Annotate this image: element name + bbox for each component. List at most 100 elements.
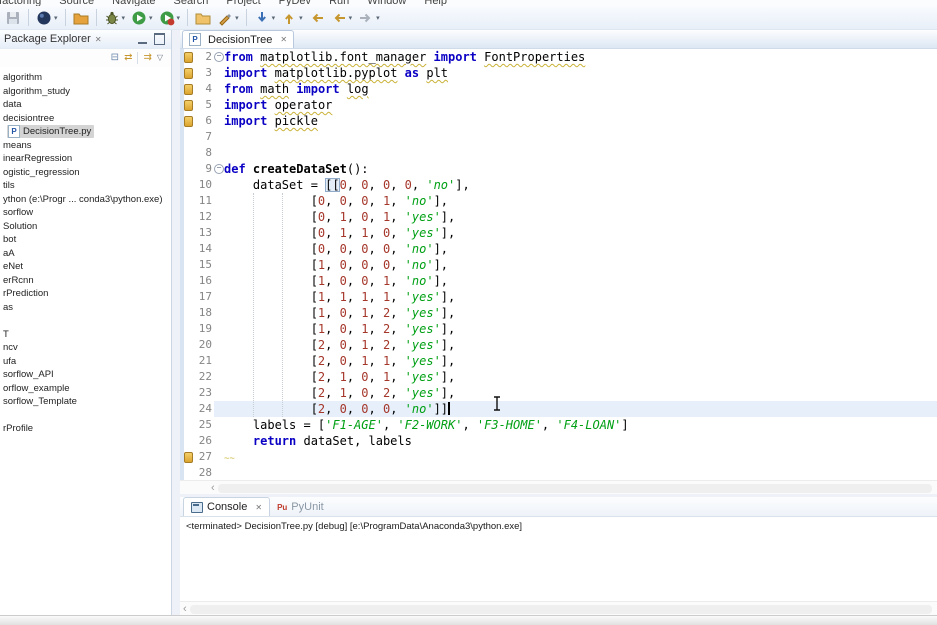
code-line[interactable]: 21 [2, 0, 1, 1, 'yes'], xyxy=(180,353,937,369)
code-line[interactable]: 24 [2, 0, 0, 0, 'no']] xyxy=(180,401,937,417)
code-line[interactable]: 11 [0, 0, 0, 1, 'no'], xyxy=(180,193,937,209)
collapse-icon[interactable]: − xyxy=(214,164,224,174)
maximize-icon[interactable] xyxy=(154,33,165,45)
close-icon[interactable]: ✕ xyxy=(95,35,102,44)
fold-column[interactable] xyxy=(214,225,224,241)
code-line[interactable]: 15 [1, 0, 0, 0, 'no'], xyxy=(180,257,937,273)
dropdown-arrow-icon[interactable]: ▾ xyxy=(122,14,126,22)
tree-item[interactable]: rPrediction xyxy=(0,287,171,301)
code-line[interactable]: 14 [0, 0, 0, 0, 'no'], xyxy=(180,241,937,257)
vertical-sash[interactable] xyxy=(172,30,180,615)
focus-on-active-task-icon[interactable]: ⇉ xyxy=(143,53,151,63)
fold-column[interactable] xyxy=(214,449,224,465)
package-explorer-tab[interactable]: Package Explorer ✕ xyxy=(0,30,171,49)
previous-annotation-icon[interactable]: ▾ xyxy=(279,8,305,28)
tree-item[interactable]: PDecisionTree.py xyxy=(0,125,171,139)
tab-console[interactable]: Console✕ xyxy=(183,497,270,516)
tree-item[interactable]: ogistic_regression xyxy=(0,166,171,180)
fold-column[interactable] xyxy=(214,113,224,129)
code-line[interactable]: 7 xyxy=(180,129,937,145)
code-line[interactable]: 3import matplotlib.pyplot as plt xyxy=(180,65,937,81)
forward-icon[interactable]: ▾ xyxy=(356,8,382,28)
fold-column[interactable] xyxy=(214,353,224,369)
code-editor[interactable]: 2−from matplotlib.font_manager import Fo… xyxy=(180,49,937,481)
fold-column[interactable] xyxy=(214,81,224,97)
tree-item[interactable]: ython (e:\Progr ... conda3\python.exe) xyxy=(0,193,171,207)
scrollbar-track[interactable] xyxy=(218,484,932,493)
tree-item[interactable]: sorflow xyxy=(0,206,171,220)
tree-item[interactable]: decisiontree xyxy=(0,112,171,126)
code-line[interactable]: 9−def createDataSet(): xyxy=(180,161,937,177)
scroll-left-icon[interactable]: ‹ xyxy=(180,602,190,616)
tree-item[interactable]: eNet xyxy=(0,260,171,274)
code-line[interactable]: 17 [1, 1, 1, 1, 'yes'], xyxy=(180,289,937,305)
code-line[interactable]: 2−from matplotlib.font_manager import Fo… xyxy=(180,49,937,65)
tree-item[interactable]: tils xyxy=(0,179,171,193)
fold-column[interactable] xyxy=(214,145,224,161)
next-annotation-icon[interactable]: ▾ xyxy=(252,8,278,28)
view-menu-icon[interactable]: ▽ xyxy=(157,53,163,63)
editor-horizontal-scrollbar[interactable]: ‹ xyxy=(180,480,937,495)
tree-item[interactable]: as xyxy=(0,301,171,315)
code-line[interactable]: 18 [1, 0, 1, 2, 'yes'], xyxy=(180,305,937,321)
dropdown-arrow-icon[interactable]: ▾ xyxy=(376,14,380,22)
tree-item[interactable]: inearRegression xyxy=(0,152,171,166)
code-line[interactable]: 13 [0, 1, 1, 0, 'yes'], xyxy=(180,225,937,241)
fold-column[interactable] xyxy=(214,385,224,401)
fold-column[interactable] xyxy=(214,305,224,321)
fold-column[interactable] xyxy=(214,433,224,449)
tree-item[interactable]: algorithm xyxy=(0,71,171,85)
collapse-icon[interactable]: − xyxy=(214,52,224,62)
close-icon[interactable]: ✕ xyxy=(280,35,287,44)
code-line[interactable]: 22 [2, 1, 0, 1, 'yes'], xyxy=(180,369,937,385)
profile-icon[interactable]: ▾ xyxy=(34,8,60,28)
fold-column[interactable] xyxy=(214,241,224,257)
code-line[interactable]: 12 [0, 1, 0, 1, 'yes'], xyxy=(180,209,937,225)
scrollbar-track[interactable] xyxy=(190,605,932,614)
dropdown-arrow-icon[interactable]: ▾ xyxy=(299,14,303,22)
tab-decisiontree[interactable]: P DecisionTree ✕ xyxy=(182,30,294,48)
tree-item[interactable]: rProfile xyxy=(0,422,171,436)
tree-item[interactable]: aA xyxy=(0,247,171,261)
tree-item[interactable] xyxy=(0,314,171,328)
fold-column[interactable] xyxy=(214,465,224,481)
fold-column[interactable] xyxy=(214,401,224,417)
scroll-left-icon[interactable]: ‹ xyxy=(208,481,218,495)
link-with-editor-icon[interactable]: ⇄ xyxy=(124,53,132,63)
code-line[interactable]: 19 [1, 0, 1, 2, 'yes'], xyxy=(180,321,937,337)
dropdown-arrow-icon[interactable]: ▾ xyxy=(272,14,276,22)
fold-column[interactable]: − xyxy=(214,49,224,65)
fold-column[interactable]: − xyxy=(214,161,224,177)
code-line[interactable]: 16 [1, 0, 0, 1, 'no'], xyxy=(180,273,937,289)
tree-item[interactable] xyxy=(0,409,171,423)
minimize-icon[interactable] xyxy=(138,34,147,44)
open-resource-icon[interactable] xyxy=(193,8,213,28)
fold-column[interactable] xyxy=(214,97,224,113)
tree-item[interactable]: means xyxy=(0,139,171,153)
tree-item[interactable]: sorflow_API xyxy=(0,368,171,382)
last-edit-location-icon[interactable] xyxy=(307,8,327,28)
search-icon[interactable]: ▾ xyxy=(215,8,241,28)
tree-item[interactable]: data xyxy=(0,98,171,112)
fold-column[interactable] xyxy=(214,289,224,305)
code-line[interactable]: 20 [2, 0, 1, 2, 'yes'], xyxy=(180,337,937,353)
fold-column[interactable] xyxy=(214,417,224,433)
debug-icon[interactable]: ▾ xyxy=(102,8,128,28)
fold-column[interactable] xyxy=(214,257,224,273)
run-icon[interactable]: ▾ xyxy=(129,8,155,28)
dropdown-arrow-icon[interactable]: ▾ xyxy=(349,14,353,22)
fold-column[interactable] xyxy=(214,321,224,337)
dropdown-arrow-icon[interactable]: ▾ xyxy=(235,14,239,22)
code-line[interactable]: 25 labels = ['F1-AGE', 'F2-WORK', 'F3-HO… xyxy=(180,417,937,433)
tree-item[interactable]: ncv xyxy=(0,341,171,355)
fold-column[interactable] xyxy=(214,65,224,81)
code-line[interactable]: 23 [2, 1, 0, 2, 'yes'], xyxy=(180,385,937,401)
fold-column[interactable] xyxy=(214,369,224,385)
open-folder-icon[interactable] xyxy=(71,8,91,28)
code-line[interactable]: 8 xyxy=(180,145,937,161)
tree-item[interactable]: sorflow_Template xyxy=(0,395,171,409)
code-line[interactable]: 10 dataSet = [[0, 0, 0, 0, 'no'], xyxy=(180,177,937,193)
code-line[interactable]: 28 xyxy=(180,465,937,481)
tree-item[interactable]: Solution xyxy=(0,220,171,234)
save-icon[interactable] xyxy=(3,8,23,28)
